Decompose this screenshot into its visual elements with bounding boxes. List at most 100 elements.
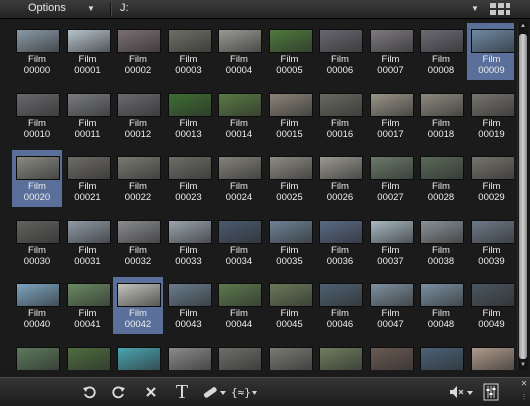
library-clip[interactable]: Film 00024 <box>214 150 264 207</box>
library-clip[interactable]: Film 00021 <box>63 150 113 207</box>
library-clip[interactable]: Film 00006 <box>315 23 365 80</box>
library-clip[interactable] <box>113 341 163 370</box>
library-clip[interactable]: Film 00045 <box>265 277 315 334</box>
library-clip[interactable]: Film 00002 <box>113 23 163 80</box>
clip-name: Film <box>78 181 97 192</box>
library-clip[interactable]: Film 00016 <box>315 87 365 144</box>
library-clip[interactable]: Film 00020 <box>12 150 62 207</box>
library-clip[interactable]: Film 00023 <box>164 150 214 207</box>
speaker-mute-icon[interactable] <box>448 382 474 402</box>
effects-icon[interactable]: {≈} <box>230 382 258 402</box>
library-clip[interactable]: Film 00037 <box>366 214 416 271</box>
library-clip[interactable]: Film 00040 <box>12 277 62 334</box>
library-clip[interactable]: Film 00048 <box>416 277 466 334</box>
clip-number: 00023 <box>175 192 202 203</box>
delete-x-icon[interactable] <box>142 382 160 402</box>
library-clip[interactable]: Film 00031 <box>63 214 113 271</box>
library-clip[interactable]: Film 00004 <box>214 23 264 80</box>
clip-name: Film <box>230 244 248 256</box>
clip-number: 00008 <box>427 65 455 76</box>
library-clip[interactable]: Film 00038 <box>416 214 466 271</box>
clip-number: 00041 <box>74 319 101 330</box>
library-clip[interactable]: Film 00028 <box>416 150 466 207</box>
library-clip[interactable]: Film 00019 <box>467 87 514 144</box>
path-dropdown-arrow-icon[interactable]: ▼ <box>471 4 479 13</box>
library-clip[interactable]: Film 00032 <box>113 214 163 271</box>
clip-thumbnail <box>470 219 514 244</box>
library-clip[interactable]: Film 00007 <box>366 23 416 80</box>
clip-name: Film <box>129 54 147 65</box>
library-clip[interactable]: Film 00015 <box>265 87 315 144</box>
clip-number: 00042 <box>124 319 152 330</box>
close-icon[interactable]: ✕ <box>519 379 529 389</box>
library-clip[interactable]: Film 00003 <box>164 23 214 80</box>
library-clip[interactable]: Film 00013 <box>164 87 214 144</box>
library-clip[interactable]: Film 00010 <box>12 87 62 144</box>
library-clip[interactable]: Film 00029 <box>467 150 514 207</box>
library-clip[interactable] <box>63 341 113 370</box>
clip-thumbnail <box>369 92 414 117</box>
library-clip[interactable] <box>366 341 416 370</box>
library-clip[interactable]: Film 00035 <box>265 214 315 271</box>
library-clip[interactable] <box>12 341 62 370</box>
library-clip[interactable]: Film 00014 <box>214 87 264 144</box>
clip-thumbnail <box>369 156 414 180</box>
mixer-icon[interactable] <box>482 382 500 402</box>
library-clip[interactable]: Film 00012 <box>113 87 163 144</box>
clip-thumbnail <box>16 283 60 307</box>
clip-number: 00043 <box>175 319 202 330</box>
library-clip[interactable]: Film 00009 <box>466 23 514 80</box>
library-clip[interactable]: Film 00047 <box>366 277 416 334</box>
library-clip[interactable]: Film 00001 <box>63 23 113 80</box>
scroll-down-icon[interactable]: ▼ <box>518 361 528 370</box>
library-clip[interactable] <box>265 341 315 370</box>
library-clip[interactable]: Film 00039 <box>467 214 514 271</box>
clip-name: Film <box>482 54 501 65</box>
library-grid[interactable]: Film 00000 Film 00001 Film 00002 Film 00003 Film… <box>4 22 514 370</box>
library-clip[interactable] <box>315 341 365 370</box>
library-clip[interactable]: Film 00000 <box>12 23 62 80</box>
library-clip[interactable]: Film 00026 <box>315 150 365 207</box>
library-clip[interactable]: Film 00008 <box>416 23 466 80</box>
library-clip[interactable] <box>214 341 264 370</box>
library-clip[interactable] <box>467 341 514 370</box>
library-scrollbar[interactable]: ▲ ▼ <box>517 22 528 370</box>
clip-name: Film <box>331 308 349 319</box>
library-clip[interactable]: Film 00011 <box>63 87 113 144</box>
library-clip[interactable] <box>164 341 214 370</box>
clip-thumbnail <box>268 346 313 370</box>
library-clip[interactable]: Film 00041 <box>63 277 113 334</box>
library-clip[interactable]: Film 00036 <box>315 214 365 271</box>
library-clip[interactable]: Film 00034 <box>214 214 264 271</box>
scroll-thumb[interactable] <box>519 34 527 359</box>
library-clip[interactable]: Film 00042 <box>113 277 163 334</box>
grid-view-icon[interactable] <box>488 2 512 16</box>
library-clip[interactable]: Film 00046 <box>315 277 365 334</box>
scroll-up-icon[interactable]: ▲ <box>518 22 528 31</box>
clip-name: Film <box>179 244 198 256</box>
library-clip[interactable]: Film 00017 <box>366 87 416 144</box>
undo-icon[interactable] <box>80 382 98 402</box>
title-text-icon[interactable]: T <box>172 381 192 403</box>
library-clip[interactable]: Film 00027 <box>366 150 416 207</box>
clip-thumbnail <box>470 156 514 180</box>
clip-name: Film <box>280 54 299 65</box>
clip-thumbnail <box>16 156 60 180</box>
library-clip[interactable]: Film 00049 <box>467 277 514 334</box>
library-clip[interactable]: Film 00044 <box>214 277 264 334</box>
library-clip[interactable] <box>416 341 466 370</box>
library-clip[interactable]: Film 00030 <box>12 214 62 271</box>
transition-icon[interactable] <box>200 382 228 402</box>
redo-icon[interactable] <box>110 382 128 402</box>
clip-name: Film <box>78 244 97 256</box>
library-clip[interactable]: Film 00005 <box>265 23 315 80</box>
clip-thumbnail <box>319 156 363 180</box>
clip-name: Film <box>331 117 349 129</box>
options-dropdown[interactable]: Options ▼ <box>0 0 108 18</box>
library-clip[interactable]: Film 00022 <box>113 150 163 207</box>
resize-grip-icon[interactable]: ⋮ <box>519 393 529 403</box>
library-clip[interactable]: Film 00025 <box>265 150 315 207</box>
library-clip[interactable]: Film 00018 <box>416 87 466 144</box>
library-clip[interactable]: Film 00043 <box>164 277 214 334</box>
library-clip[interactable]: Film 00033 <box>164 214 214 271</box>
